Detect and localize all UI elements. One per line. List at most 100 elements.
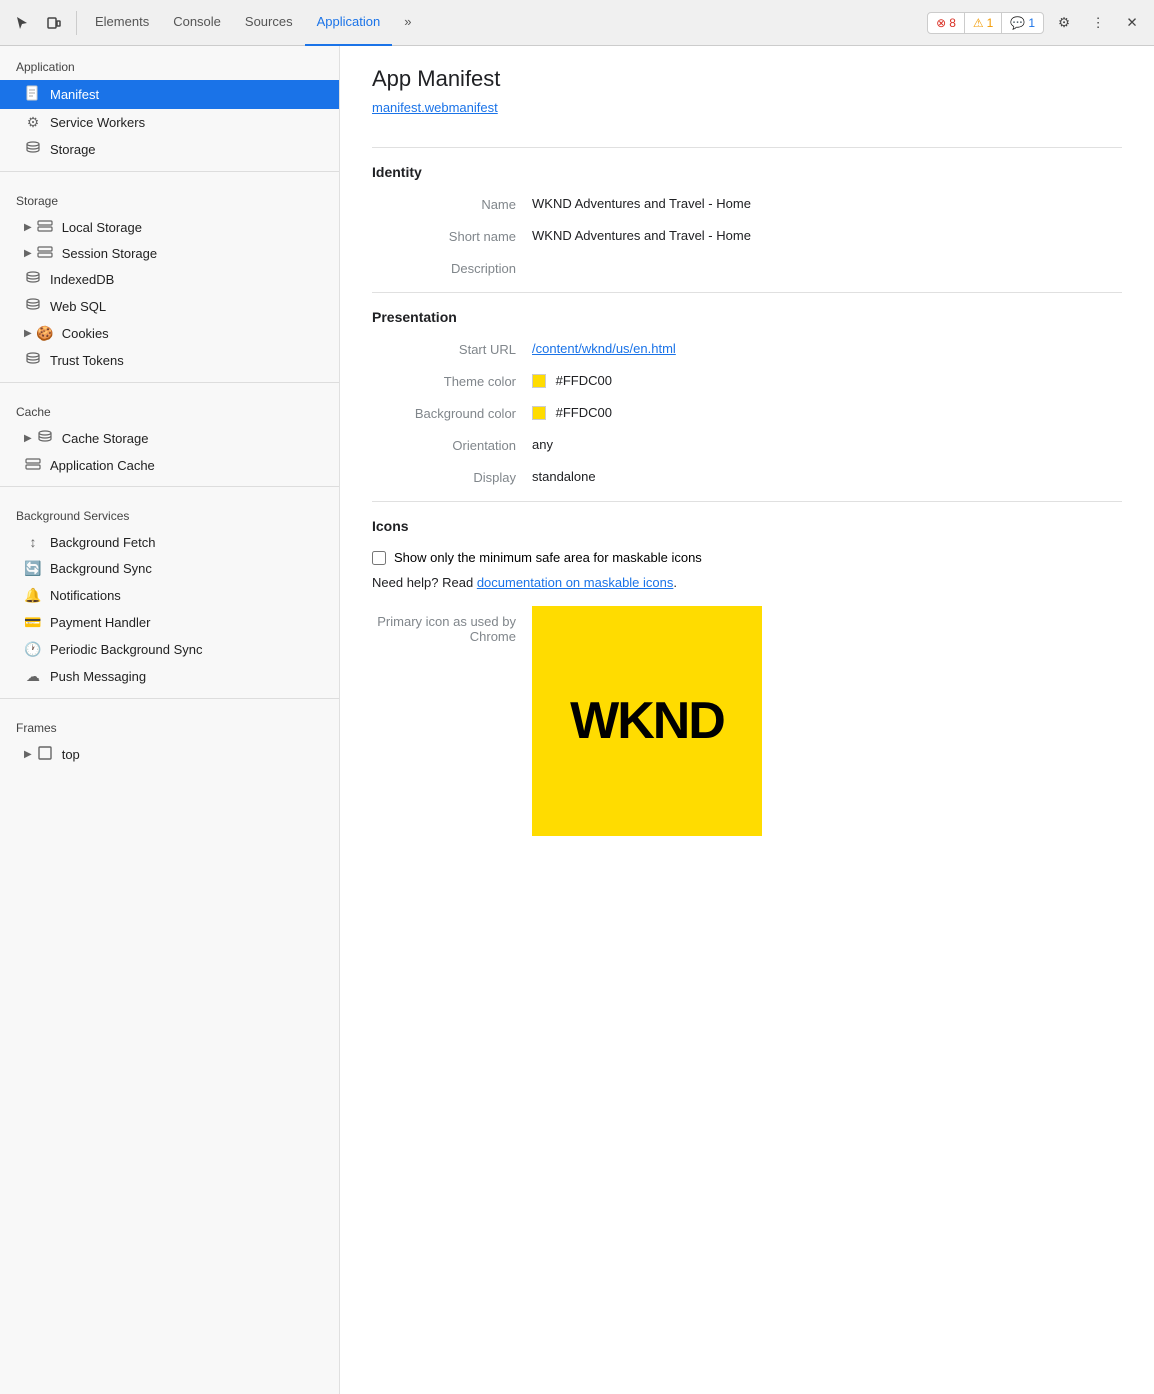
orientation-label: Orientation <box>372 437 532 453</box>
maskable-checkbox-label: Show only the minimum safe area for mask… <box>394 550 702 565</box>
manifest-link[interactable]: manifest.webmanifest <box>372 100 498 115</box>
push-messaging-icon: ☁ <box>24 668 42 685</box>
start-url-label: Start URL <box>372 341 532 357</box>
sidebar-item-bg-sync[interactable]: 🔄 Background Sync <box>0 555 339 582</box>
maskable-checkbox-row: Show only the minimum safe area for mask… <box>372 550 1122 565</box>
tab-elements[interactable]: Elements <box>83 0 161 46</box>
sidebar-item-storage-app[interactable]: Storage <box>0 136 339 163</box>
toolbar-tabs: Elements Console Sources Application » <box>83 0 925 46</box>
icons-divider <box>372 501 1122 502</box>
bg-color-text: #FFDC00 <box>556 405 612 420</box>
start-url-value[interactable]: /content/wknd/us/en.html <box>532 341 1122 356</box>
theme-color-swatch[interactable] <box>532 374 546 388</box>
help-text: Need help? Read documentation on maskabl… <box>372 575 1122 590</box>
toolbar-right: ⊗ 8 ⚠ 1 💬 1 ⚙ ⋮ ✕ <box>927 9 1146 37</box>
cookies-label: Cookies <box>62 326 109 341</box>
warn-count: 1 <box>987 16 994 30</box>
maskable-icons-link[interactable]: documentation on maskable icons <box>477 575 674 590</box>
orientation-row: Orientation any <box>372 437 1122 453</box>
toolbar-left <box>8 9 81 37</box>
tab-application[interactable]: Application <box>305 0 393 46</box>
websql-label: Web SQL <box>50 299 106 314</box>
expand-local-storage[interactable]: ▶ <box>24 222 32 233</box>
help-text-prefix: Need help? Read <box>372 575 477 590</box>
sidebar-item-top-frame[interactable]: ▶ top <box>0 741 339 768</box>
short-name-row: Short name WKND Adventures and Travel - … <box>372 228 1122 244</box>
bg-color-value: #FFDC00 <box>532 405 1122 421</box>
tab-sources[interactable]: Sources <box>233 0 305 46</box>
sidebar-item-local-storage[interactable]: ▶ Local Storage <box>0 214 339 240</box>
session-storage-label: Session Storage <box>62 246 157 261</box>
tab-more[interactable]: » <box>392 0 423 46</box>
sidebar-item-push-messaging[interactable]: ☁ Push Messaging <box>0 663 339 690</box>
more-options-button[interactable]: ⋮ <box>1084 9 1112 37</box>
sidebar-item-service-workers[interactable]: ⚙ Service Workers <box>0 109 339 136</box>
local-storage-label: Local Storage <box>62 220 142 235</box>
session-storage-icon <box>36 245 54 261</box>
badge-group: ⊗ 8 ⚠ 1 💬 1 <box>927 12 1044 34</box>
theme-color-row: Theme color #FFDC00 <box>372 373 1122 389</box>
start-url-row: Start URL /content/wknd/us/en.html <box>372 341 1122 357</box>
orientation-value: any <box>532 437 1122 452</box>
payment-handler-label: Payment Handler <box>50 615 150 630</box>
sidebar-item-notifications[interactable]: 🔔 Notifications <box>0 582 339 609</box>
indexeddb-label: IndexedDB <box>50 272 114 287</box>
device-toggle-button[interactable] <box>40 9 68 37</box>
periodic-bg-sync-label: Periodic Background Sync <box>50 642 202 657</box>
sidebar-item-trust-tokens[interactable]: Trust Tokens <box>0 347 339 374</box>
frame-icon <box>36 746 54 763</box>
trust-tokens-icon <box>24 352 42 369</box>
sidebar-divider-4 <box>0 698 339 699</box>
sidebar-item-cookies[interactable]: ▶ 🍪 Cookies <box>0 320 339 347</box>
local-storage-icon <box>36 219 54 235</box>
sidebar-item-cache-storage[interactable]: ▶ Cache Storage <box>0 425 339 452</box>
close-button[interactable]: ✕ <box>1118 9 1146 37</box>
description-label: Description <box>372 260 532 276</box>
identity-divider <box>372 147 1122 148</box>
periodic-bg-sync-icon: 🕐 <box>24 641 42 658</box>
sidebar-section-application: Application <box>0 46 339 80</box>
sidebar-item-payment-handler[interactable]: 💳 Payment Handler <box>0 609 339 636</box>
wknd-logo: WKND <box>570 691 724 751</box>
main-layout: Application Manifest ⚙ Service Workers S… <box>0 46 1154 1394</box>
bg-fetch-icon: ↕ <box>24 534 42 550</box>
content-inner: App Manifest manifest.webmanifest Identi… <box>340 46 1154 856</box>
expand-cookies[interactable]: ▶ <box>24 328 32 339</box>
expand-cache-storage[interactable]: ▶ <box>24 433 32 444</box>
bg-sync-label: Background Sync <box>50 561 152 576</box>
identity-section: Identity Name WKND Adventures and Travel… <box>372 164 1122 276</box>
maskable-checkbox[interactable] <box>372 551 386 565</box>
primary-icon-label: Primary icon as used by Chrome <box>372 606 532 644</box>
sidebar-item-manifest[interactable]: Manifest <box>0 80 339 109</box>
icon-preview-box: WKND <box>532 606 762 836</box>
tab-console[interactable]: Console <box>161 0 233 46</box>
notifications-icon: 🔔 <box>24 587 42 604</box>
expand-top[interactable]: ▶ <box>24 749 32 760</box>
warn-icon: ⚠ <box>973 16 984 30</box>
bg-color-label: Background color <box>372 405 532 421</box>
info-badge[interactable]: 💬 1 <box>1002 13 1043 33</box>
settings-button[interactable]: ⚙ <box>1050 9 1078 37</box>
trust-tokens-label: Trust Tokens <box>50 353 124 368</box>
payment-handler-icon: 💳 <box>24 614 42 631</box>
sidebar-item-session-storage[interactable]: ▶ Session Storage <box>0 240 339 266</box>
sidebar-item-websql[interactable]: Web SQL <box>0 293 339 320</box>
bg-color-swatch[interactable] <box>532 406 546 420</box>
storage-app-label: Storage <box>50 142 96 157</box>
sidebar-section-storage: Storage <box>0 180 339 214</box>
name-row: Name WKND Adventures and Travel - Home <box>372 196 1122 212</box>
sidebar-item-bg-fetch[interactable]: ↕ Background Fetch <box>0 529 339 555</box>
expand-session-storage[interactable]: ▶ <box>24 248 32 259</box>
presentation-divider <box>372 292 1122 293</box>
error-count: 8 <box>949 16 956 30</box>
sidebar-item-app-cache[interactable]: Application Cache <box>0 452 339 478</box>
error-badge[interactable]: ⊗ 8 <box>928 13 965 33</box>
display-row: Display standalone <box>372 469 1122 485</box>
primary-icon-label-text: Primary icon as used by <box>372 614 516 629</box>
warn-badge[interactable]: ⚠ 1 <box>965 13 1002 33</box>
content-area: App Manifest manifest.webmanifest Identi… <box>340 46 1154 1394</box>
cursor-icon-button[interactable] <box>8 9 36 37</box>
sidebar-item-periodic-bg-sync[interactable]: 🕐 Periodic Background Sync <box>0 636 339 663</box>
identity-title: Identity <box>372 164 1122 180</box>
sidebar-item-indexeddb[interactable]: IndexedDB <box>0 266 339 293</box>
